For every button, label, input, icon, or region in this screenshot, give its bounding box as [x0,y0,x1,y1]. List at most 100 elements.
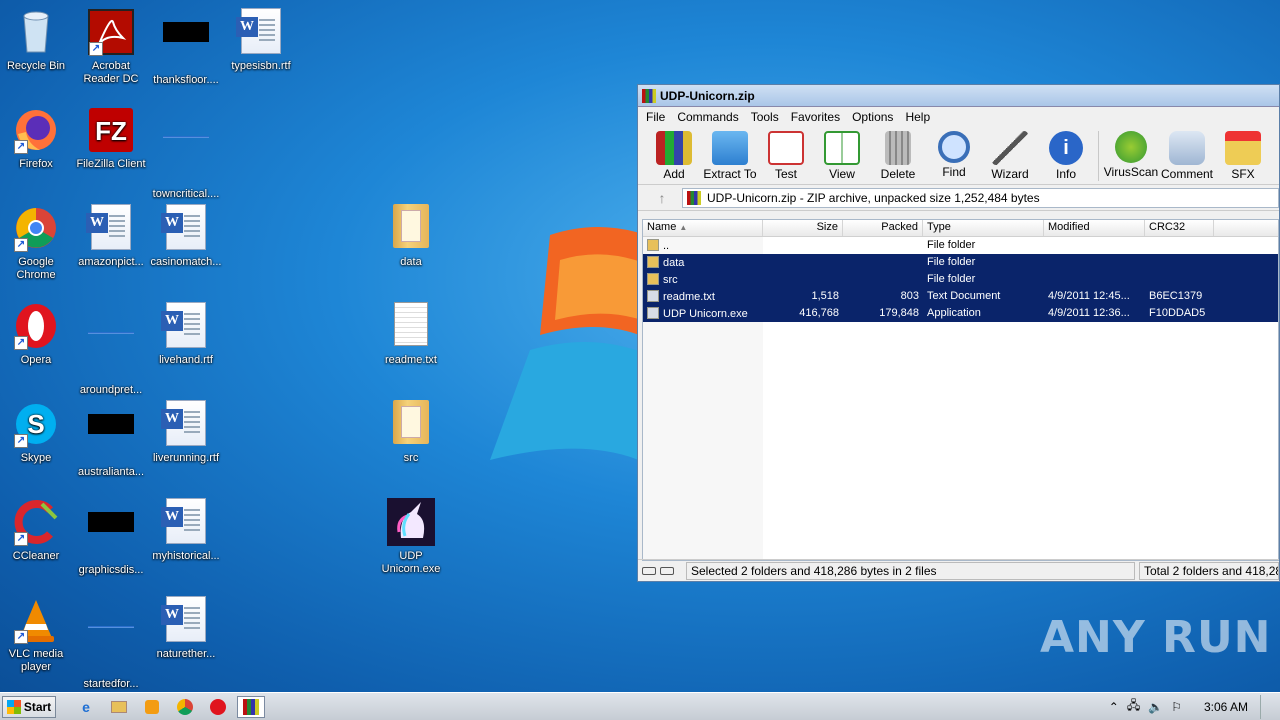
drive-icon [642,566,656,575]
desktop-icon-ccleaner[interactable]: ↗ CCleaner [0,498,76,563]
desktop-icon-recycle-bin[interactable]: Recycle Bin [0,8,76,73]
action-center-flag-icon[interactable]: ⚐ [1171,700,1182,714]
trash-icon [885,131,911,165]
taskbar-internet-explorer[interactable]: e [72,696,100,718]
desktop-icon-filezilla[interactable]: FZ FileZilla Client [71,106,151,171]
start-label: Start [23,699,52,714]
desktop-icon-australianta[interactable]: australianta... [71,400,151,479]
sfx-box-icon [1225,131,1261,165]
file-row[interactable]: readme.txt 1,518 803 Text Document 4/9/2011 … [643,288,1278,305]
desktop-icon-label: FileZilla Client [76,158,146,170]
column-header-packed[interactable]: Packed [843,220,923,236]
desktop-icon-data-folder[interactable]: data [371,204,451,269]
network-icon[interactable]: 🖧 [1127,696,1140,717]
column-header-crc32[interactable]: CRC32 [1145,220,1214,236]
menu-commands[interactable]: Commands [671,110,744,124]
archive-path-field[interactable]: UDP-Unicorn.zip - ZIP archive, unpacked … [682,187,1279,208]
file-modified-cell-text: 4/9/2011 12:36... [1048,307,1130,319]
test-checklist-icon [768,131,804,165]
menu-file[interactable]: File [640,110,671,124]
start-button[interactable]: Start [2,695,56,718]
desktop-icon-src-folder[interactable]: src [371,400,451,465]
taskbar-explorer[interactable] [105,696,133,718]
virusscan-button[interactable]: VirusScan [1103,127,1159,179]
file-type-cell-text: Application [927,307,981,319]
desktop-icon-thanksfloor[interactable]: thanksfloor.... [146,8,226,87]
desktop-icon-casinomatch[interactable]: W casinomatch... [146,204,226,269]
file-size-cell [763,271,843,288]
comment-bubble-icon [1169,131,1205,165]
winrar-titlebar[interactable]: UDP-Unicorn.zip [638,85,1279,107]
find-button[interactable]: Find [926,127,982,179]
desktop-icon-graphicsdis[interactable]: graphicsdis... [71,498,151,577]
desktop-icon-firefox[interactable]: ↗ Firefox [0,106,76,171]
desktop-icon-aroundpret[interactable]: aroundpret... [71,302,151,397]
file-type-cell: Application [923,305,1044,322]
file-packed-cell-text: 803 [900,290,919,302]
show-hidden-icons-icon[interactable]: ⌃ [1109,700,1119,714]
file-name-cell: src [643,271,763,288]
file-crc-cell [1145,271,1214,288]
up-arrow-icon[interactable]: ↑ [642,188,682,208]
extract-to-button[interactable]: Extract To [702,127,758,181]
ccleaner-icon: ↗ [12,498,60,546]
shortcut-arrow-icon: ↗ [14,336,28,350]
toolbar-label: Test [774,167,797,181]
info-button[interactable]: i Info [1038,127,1094,181]
file-packed-cell: 803 [843,288,923,305]
desktop-icon-liverunning[interactable]: W liverunning.rtf [146,400,226,465]
add-button[interactable]: Add [646,127,702,181]
desktop-icon-vlc[interactable]: ↗ VLC media player [0,596,76,674]
desktop-icon-skype[interactable]: S ↗ Skype [0,400,76,465]
desktop-icon-label: naturether... [156,648,216,660]
comment-button[interactable]: Comment [1159,127,1215,181]
taskbar-winrar[interactable] [237,695,265,718]
taskbar-opera[interactable] [204,696,232,718]
acrobat-icon: ↗ [87,8,135,56]
menu-options[interactable]: Options [846,110,899,124]
desktop-icon-typesisbn[interactable]: W typesisbn.rtf [221,8,301,73]
view-button[interactable]: View [814,127,870,181]
menu-favorites[interactable]: Favorites [785,110,846,124]
desktop-icon-acrobat[interactable]: ↗ Acrobat Reader DC [71,8,151,86]
file-crc-cell [1145,237,1214,254]
taskbar-chrome[interactable] [171,696,199,718]
firefox-icon: ↗ [12,106,60,154]
file-row[interactable]: src File folder [643,271,1278,288]
desktop-icon-amazonpict[interactable]: W amazonpict... [71,204,151,269]
column-header-modified[interactable]: Modified [1044,220,1145,236]
desktop-icon-readme[interactable]: readme.txt [371,302,451,367]
desktop-icon-naturether[interactable]: W naturether... [146,596,226,661]
desktop-icon-towncritical[interactable]: towncritical.... [146,106,226,201]
menu-tools[interactable]: Tools [745,110,785,124]
word-document-icon: W [161,400,210,448]
desktop-icon-myhistorical[interactable]: W myhistorical... [146,498,226,563]
magnifier-icon [938,131,970,163]
wizard-button[interactable]: Wizard [982,127,1038,181]
column-header-type[interactable]: Type [923,220,1044,236]
desktop-icon-udp-unicorn[interactable]: UDP Unicorn.exe [371,498,451,576]
file-packed-cell [843,271,923,288]
blank-file-icon [87,626,135,674]
blank-file-icon [87,512,135,560]
file-row[interactable]: UDP Unicorn.exe 416,768 179,848 Application… [643,305,1278,322]
desktop-icon-startedfor[interactable]: startedfor... [71,596,151,691]
taskbar-media-player[interactable] [138,696,166,718]
desktop-icon-opera[interactable]: ↗ Opera [0,302,76,367]
clock[interactable]: 3:06 AM [1204,700,1248,714]
file-row[interactable]: data File folder [643,254,1278,271]
column-header-name[interactable]: Name ▲ [643,220,763,236]
column-header-size[interactable]: Size [763,220,843,236]
test-button[interactable]: Test [758,127,814,181]
desktop-icon-label: Opera [20,354,52,366]
shortcut-arrow-icon: ↗ [14,140,28,154]
menu-help[interactable]: Help [899,110,936,124]
shortcut-arrow-icon: ↗ [14,532,28,546]
delete-button[interactable]: Delete [870,127,926,181]
desktop-icon-livehand[interactable]: W livehand.rtf [146,302,226,367]
file-row[interactable]: .. File folder [643,237,1278,254]
volume-icon[interactable]: 🔈 [1148,700,1163,714]
desktop-icon-google-chrome[interactable]: ↗ Google Chrome [0,204,76,282]
show-desktop-button[interactable] [1260,694,1272,719]
sfx-button[interactable]: SFX [1215,127,1271,181]
